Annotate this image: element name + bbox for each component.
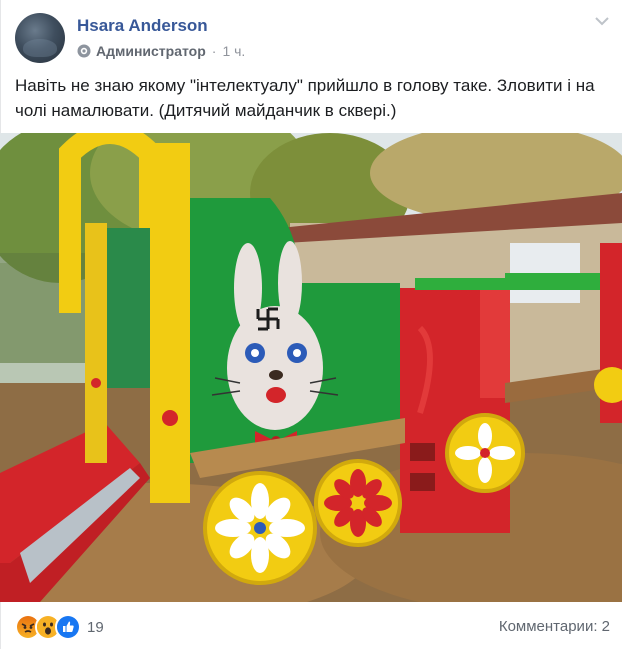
like-icon — [55, 614, 81, 640]
post-text: Навіть не знаю якому "інтелектуалу" прий… — [15, 76, 595, 120]
chevron-down-icon[interactable] — [594, 14, 610, 26]
post-footer: 19 Комментарии: 2 — [0, 603, 622, 649]
admin-role-label: Администратор — [96, 43, 206, 59]
reaction-count: 19 — [87, 618, 104, 636]
post-timestamp[interactable]: 1 ч. — [222, 43, 245, 59]
facebook-post: Hsara Anderson Администратор · 1 ч. Наві… — [0, 0, 622, 649]
post-meta: Администратор · 1 ч. — [77, 42, 245, 60]
meta-separator: · — [211, 43, 217, 59]
reactions-summary[interactable]: 19 — [15, 614, 104, 640]
post-header: Hsara Anderson Администратор · 1 ч. — [0, 0, 622, 70]
post-photo[interactable] — [0, 133, 622, 602]
author-name[interactable]: Hsara Anderson — [77, 16, 208, 36]
admin-badge-icon — [77, 44, 91, 58]
avatar[interactable] — [15, 13, 65, 63]
comments-count-link[interactable]: Комментарии: 2 — [499, 618, 610, 635]
